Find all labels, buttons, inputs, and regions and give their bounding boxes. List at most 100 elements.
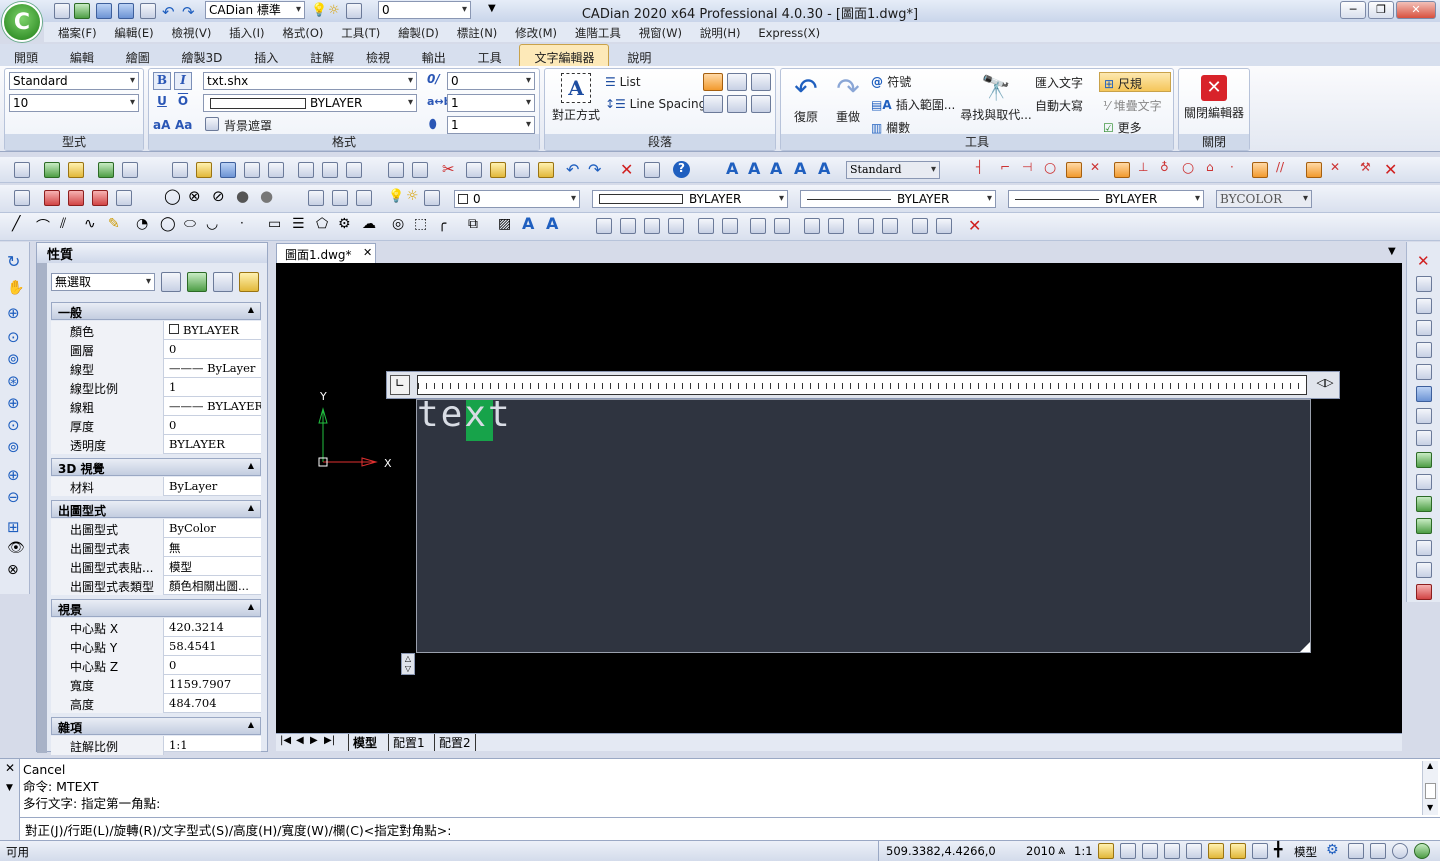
text-height-combo[interactable]: 10 bbox=[9, 94, 139, 112]
toolbar-preview-icon[interactable] bbox=[346, 162, 362, 178]
layer-bulb-icon[interactable]: 💡 bbox=[388, 189, 404, 205]
redo-icon[interactable]: ↷ bbox=[182, 3, 198, 21]
rectangle-icon[interactable]: ▭ bbox=[268, 216, 284, 232]
snap-center-icon[interactable]: ○ bbox=[1044, 160, 1060, 176]
zoom-in-icon[interactable]: ⊕ bbox=[7, 466, 20, 484]
prop-row[interactable]: 圖層 0 bbox=[51, 340, 261, 359]
right-explode-icon[interactable] bbox=[1416, 584, 1432, 600]
layer-prev-icon[interactable] bbox=[44, 190, 60, 206]
shade-circle-icon[interactable]: ◯ bbox=[164, 187, 181, 205]
snap-quadrant-icon[interactable]: ✕ bbox=[1090, 160, 1106, 176]
arc-icon[interactable]: ◔ bbox=[136, 216, 152, 232]
right-scale-icon[interactable] bbox=[1416, 408, 1432, 424]
find-icon[interactable] bbox=[412, 162, 428, 178]
layer-manager-icon[interactable] bbox=[14, 190, 30, 206]
mtext-edit-area[interactable]: text bbox=[416, 394, 1311, 653]
justify-button[interactable]: A 對正方式 bbox=[549, 73, 603, 123]
osnap-settings-icon[interactable]: ⚒ bbox=[1360, 160, 1376, 176]
snap-endpoint-icon[interactable]: ┤ bbox=[976, 160, 992, 176]
layer-lock2-icon[interactable] bbox=[424, 190, 440, 206]
layer-off-icon[interactable] bbox=[92, 190, 108, 206]
qa-style-combo[interactable]: CADian 標準 bbox=[205, 1, 305, 19]
save-as-icon[interactable] bbox=[118, 3, 134, 19]
underline-button[interactable]: U bbox=[153, 94, 171, 112]
select-objects-icon[interactable] bbox=[187, 272, 207, 292]
sketch-icon[interactable]: ✎ bbox=[108, 216, 124, 232]
modify-fillet-icon[interactable] bbox=[936, 218, 952, 234]
maximize-button[interactable]: ❐ bbox=[1368, 1, 1394, 19]
plotstyle-combo[interactable]: BYCOLOR bbox=[1216, 190, 1312, 208]
print-icon[interactable] bbox=[140, 3, 156, 19]
table-icon[interactable] bbox=[122, 162, 138, 178]
right-offset-icon[interactable] bbox=[1416, 320, 1432, 336]
tab-home[interactable]: 開頭 bbox=[0, 45, 52, 67]
prop-row[interactable]: 高度 484.704 bbox=[51, 694, 261, 713]
zoom-out-icon[interactable]: ⊖ bbox=[7, 488, 20, 506]
minimize-button[interactable]: ─ bbox=[1340, 1, 1366, 19]
filter-icon[interactable] bbox=[239, 272, 259, 292]
layer-state-icon[interactable] bbox=[308, 190, 324, 206]
width-factor-combo[interactable]: 1 bbox=[447, 116, 535, 134]
snap-clear-icon[interactable] bbox=[1306, 162, 1322, 178]
bold-button[interactable]: B bbox=[153, 72, 171, 90]
right-stretch-icon[interactable] bbox=[1416, 430, 1432, 446]
wipeout-icon[interactable]: ⬚ bbox=[414, 216, 430, 232]
toolbar-undo-icon[interactable]: ↶ bbox=[566, 160, 582, 179]
prop-row[interactable]: 出圖型式表類型 顏色相關出圖... bbox=[51, 576, 261, 595]
trim-icon[interactable] bbox=[804, 218, 820, 234]
snap-tangent-icon[interactable]: ♁ bbox=[1160, 160, 1176, 176]
tab-list-dropdown-icon[interactable]: ▼ bbox=[1388, 246, 1396, 257]
menu-edit[interactable]: 編輯(E) bbox=[107, 22, 160, 44]
first-layout-icon[interactable]: |◀ bbox=[280, 735, 291, 746]
toolbar-save-icon[interactable] bbox=[220, 162, 236, 178]
extend-icon[interactable] bbox=[828, 218, 844, 234]
annotation-visibility-icon[interactable] bbox=[1098, 843, 1114, 859]
layout-tab-layout1[interactable]: 配置1 bbox=[388, 734, 429, 751]
tracking-combo[interactable]: 1 bbox=[447, 94, 535, 112]
right-array-icon[interactable] bbox=[1416, 342, 1432, 358]
paste-special-icon[interactable] bbox=[514, 162, 530, 178]
snap-off-icon[interactable]: ✕ bbox=[1330, 160, 1346, 176]
annotation-scale-icon[interactable]: ⩓ bbox=[1058, 843, 1065, 858]
purge-icon[interactable] bbox=[644, 162, 660, 178]
right-move-icon[interactable] bbox=[1416, 364, 1432, 380]
paste-icon[interactable] bbox=[490, 162, 506, 178]
quick-select-icon[interactable] bbox=[213, 272, 233, 292]
status-coordinates[interactable]: 509.3382,4.4266,0 bbox=[878, 841, 996, 861]
snap-node-icon[interactable] bbox=[1114, 162, 1130, 178]
toolbar-new-icon[interactable] bbox=[172, 162, 188, 178]
donut-icon[interactable]: ◎ bbox=[392, 216, 408, 232]
text-style-combo[interactable]: Standard bbox=[9, 72, 139, 90]
status-model[interactable]: 模型 bbox=[1294, 844, 1317, 860]
snap-midpoint-icon[interactable]: ⌐ bbox=[1000, 160, 1016, 176]
menu-window[interactable]: 視窗(W) bbox=[632, 22, 689, 44]
undo-icon[interactable]: ↶ bbox=[162, 3, 178, 21]
auto-scale-icon[interactable] bbox=[1120, 843, 1136, 859]
right-lengthen-icon[interactable] bbox=[1416, 452, 1432, 468]
tab-help[interactable]: 說明 bbox=[613, 45, 665, 67]
right-rotate-icon[interactable] bbox=[1416, 386, 1432, 402]
scroll-up-icon[interactable]: ▲ bbox=[1427, 761, 1433, 770]
stretch-icon[interactable] bbox=[774, 218, 790, 234]
snap-nearest-icon[interactable] bbox=[1066, 162, 1082, 178]
toolbar-redo-icon[interactable]: ↷ bbox=[588, 160, 604, 179]
draw-text-icon[interactable]: A bbox=[522, 214, 538, 233]
tab-tools[interactable]: 工具 bbox=[464, 45, 516, 67]
undo-button[interactable]: ↶ 復原 bbox=[787, 75, 825, 125]
last-layout-icon[interactable]: ▶| bbox=[324, 735, 335, 746]
insert-field-button[interactable]: ▤A 插入範圍... bbox=[871, 96, 955, 113]
zoom-center-icon[interactable]: ⊕ bbox=[7, 394, 20, 412]
grid-mode-icon[interactable] bbox=[1164, 843, 1180, 859]
mtext-icon[interactable]: A bbox=[748, 159, 764, 178]
status-scale[interactable]: 1:1 bbox=[1074, 844, 1093, 858]
layout-tab-model[interactable]: 模型 bbox=[348, 734, 381, 751]
menu-advanced-tools[interactable]: 進階工具 bbox=[568, 22, 628, 44]
section-misc[interactable]: 雜項 bbox=[51, 717, 261, 735]
toolbar-close-doc-icon[interactable] bbox=[268, 162, 284, 178]
zoom-dynamic-icon[interactable]: ⊚ bbox=[7, 350, 20, 368]
block-icon[interactable]: ⧉ bbox=[468, 216, 484, 232]
section-3d-visual[interactable]: 3D 視覺 bbox=[51, 458, 261, 476]
command-close-icon[interactable]: ✕ bbox=[5, 761, 15, 775]
tab-edit[interactable]: 編輯 bbox=[56, 45, 108, 67]
join-icon[interactable] bbox=[882, 218, 898, 234]
